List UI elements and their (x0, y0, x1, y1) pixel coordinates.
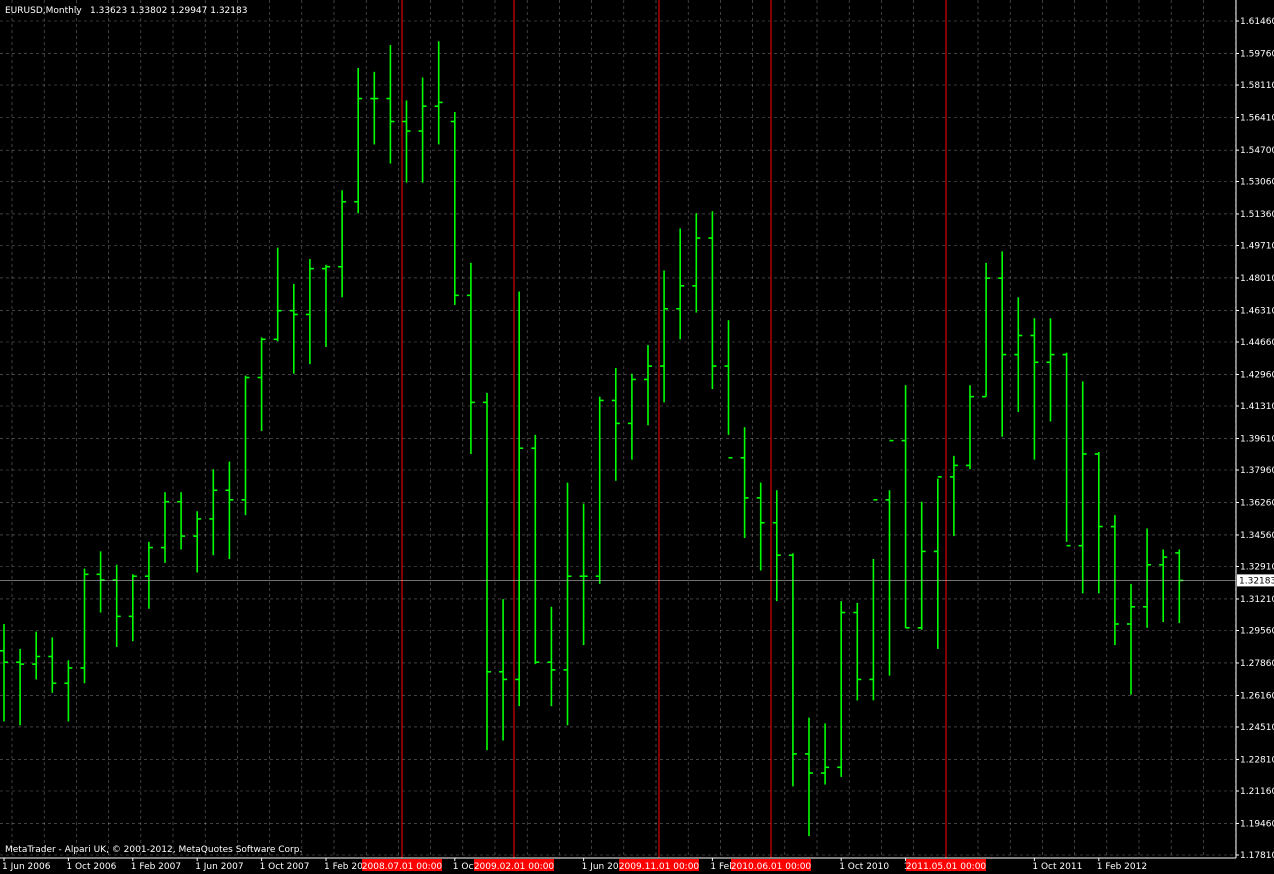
price-tick-label: 1.19460 (1240, 819, 1274, 829)
price-chart[interactable]: 1.61460 1.59760 1.58110 1.56410 1.54700 1.530… (0, 0, 1274, 874)
price-tick-label: 1.42960 (1240, 370, 1274, 380)
price-tick-label: 1.31210 (1240, 595, 1274, 605)
price-tick-label: 1.34560 (1240, 531, 1274, 541)
price-tick-label: 1.17810 (1240, 851, 1274, 861)
vline-label: 2008.07.01 00:00 (362, 862, 443, 872)
vline-label: 2009.11.01 00:00 (619, 862, 700, 872)
time-tick-label: 1 Feb 2012 (1097, 862, 1147, 872)
vline-label: 2011.05.01 00:00 (906, 862, 987, 872)
time-tick-label: 1 Feb 2007 (131, 862, 181, 872)
price-tick-label: 1.46310 (1240, 306, 1274, 316)
price-tick-label: 1.58110 (1240, 81, 1274, 91)
price-tick-label: 1.41310 (1240, 402, 1274, 412)
price-tick-label: 1.54700 (1240, 146, 1274, 156)
price-tick-label: 1.29560 (1240, 626, 1274, 636)
time-tick-label: 1 Oct 2006 (66, 862, 116, 872)
price-tick-label: 1.24510 (1240, 723, 1274, 733)
time-tick-label: 1 Oct 2010 (839, 862, 889, 872)
price-tick-label: 1.48010 (1240, 274, 1274, 284)
price-tick-label: 1.59760 (1240, 49, 1274, 59)
price-tick-label: 1.26160 (1240, 691, 1274, 701)
vline-label: 2009.02.01 00:00 (474, 862, 555, 872)
price-tick-label: 1.37960 (1240, 466, 1274, 476)
copyright-text: MetaTrader - Alpari UK, © 2001-2012, Met… (5, 845, 302, 855)
price-tick-label: 1.53060 (1240, 177, 1274, 187)
time-tick-label: 1 Oct 2011 (1032, 862, 1082, 872)
price-tick-label: 1.56410 (1240, 113, 1274, 123)
price-tick-label: 1.44660 (1240, 338, 1274, 348)
price-tick-label: 1.27860 (1240, 659, 1274, 669)
price-tick-label: 1.36260 (1240, 498, 1274, 508)
symbol-title: EURUSD,Monthly (5, 6, 82, 16)
price-tick-label: 1.21160 (1240, 787, 1274, 797)
current-price-label: 1.32183 (1239, 576, 1274, 586)
price-tick-label: 1.22810 (1240, 755, 1274, 765)
price-tick-label: 1.32910 (1240, 562, 1274, 572)
time-tick-label: 1 Jun 2006 (2, 862, 51, 872)
price-tick-label: 1.61460 (1240, 17, 1274, 27)
vline-label: 2010.06.01 00:00 (731, 862, 812, 872)
time-tick-label: 1 Oct 2007 (260, 862, 310, 872)
price-tick-label: 1.51360 (1240, 210, 1274, 220)
ohlc-values: 1.33623 1.33802 1.29947 1.32183 (90, 6, 247, 16)
price-tick-label: 1.49710 (1240, 242, 1274, 252)
time-tick-label: 1 Jun 2007 (195, 862, 243, 872)
price-tick-label: 1.39610 (1240, 434, 1274, 444)
